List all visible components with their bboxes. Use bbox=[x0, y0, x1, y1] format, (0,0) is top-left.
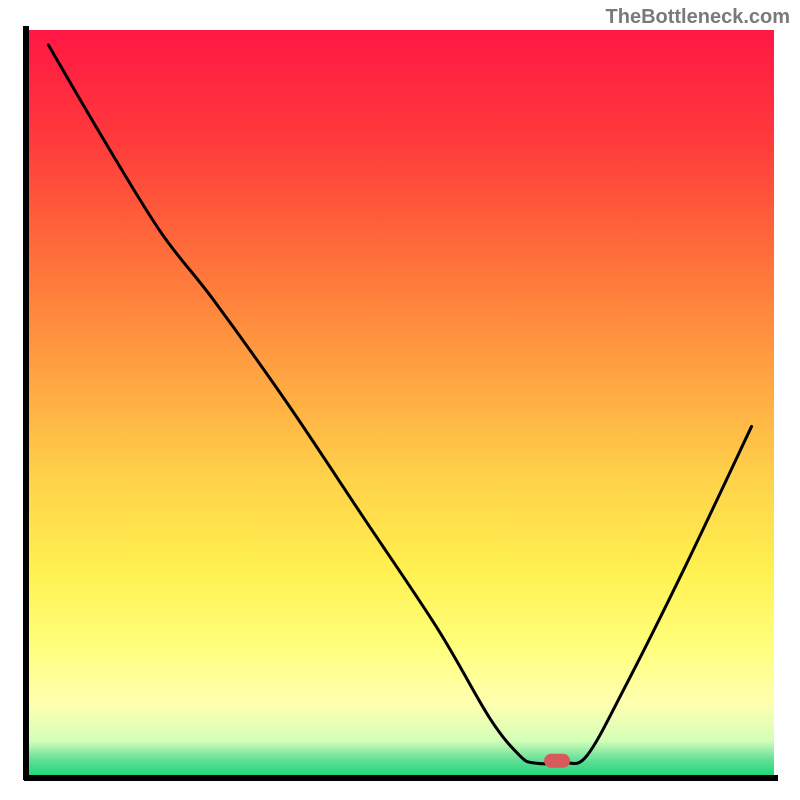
attribution-label: TheBottleneck.com bbox=[606, 6, 790, 29]
chart-marker bbox=[544, 754, 570, 768]
chart-background bbox=[26, 30, 774, 778]
bottleneck-chart bbox=[0, 0, 800, 800]
